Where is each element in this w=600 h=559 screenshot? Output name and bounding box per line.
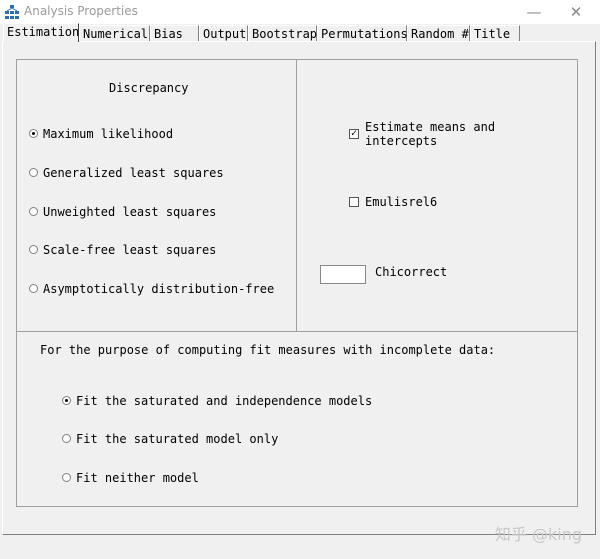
radio-adf[interactable]: [29, 284, 38, 293]
radio-fit-saturated-independence[interactable]: [62, 396, 71, 405]
radio-generalized-least-squares[interactable]: [29, 168, 38, 177]
tab-title[interactable]: Title: [470, 25, 520, 41]
tab-strip: Estimation Numerical Bias Output Bootstr…: [0, 23, 600, 42]
chicorrect-input[interactable]: [320, 265, 366, 284]
tab-bootstrap[interactable]: Bootstrap: [248, 25, 317, 41]
tab-random[interactable]: Random #: [407, 25, 470, 41]
label-scale-free-least-squares[interactable]: Scale-free least squares: [43, 243, 216, 257]
label-fit-saturated-independence[interactable]: Fit the saturated and independence model…: [76, 394, 372, 408]
label-adf[interactable]: Asymptotically distribution-free: [43, 282, 274, 296]
close-button[interactable]: ✕: [556, 0, 596, 24]
label-estimate-means-line2[interactable]: intercepts: [365, 134, 437, 148]
radio-fit-neither[interactable]: [62, 473, 71, 482]
checkbox-estimate-means[interactable]: ✓: [349, 129, 359, 139]
label-estimate-means-line1[interactable]: Estimate means and: [365, 120, 495, 134]
radio-scale-free-least-squares[interactable]: [29, 245, 38, 254]
label-maximum-likelihood[interactable]: Maximum likelihood: [43, 127, 173, 141]
radio-unweighted-least-squares[interactable]: [29, 207, 38, 216]
label-unweighted-least-squares[interactable]: Unweighted least squares: [43, 205, 216, 219]
label-fit-saturated-only[interactable]: Fit the saturated model only: [76, 432, 278, 446]
tab-permutations[interactable]: Permutations: [317, 25, 408, 41]
tab-numerical[interactable]: Numerical: [79, 25, 150, 41]
tab-estimation[interactable]: Estimation: [3, 23, 79, 42]
radio-maximum-likelihood[interactable]: [29, 129, 38, 138]
label-emulisrel6[interactable]: Emulisrel6: [365, 195, 437, 209]
label-fit-neither[interactable]: Fit neither model: [76, 471, 199, 485]
radio-fit-saturated-only[interactable]: [62, 434, 71, 443]
incomplete-data-heading: For the purpose of computing fit measure…: [40, 343, 496, 357]
minimize-button[interactable]: —: [514, 0, 554, 24]
checkbox-emulisrel6[interactable]: [349, 197, 359, 207]
tab-bias[interactable]: Bias: [150, 25, 199, 41]
window-title: Analysis Properties: [24, 4, 138, 18]
amos-network-icon: [5, 5, 19, 19]
tab-output[interactable]: Output: [199, 25, 248, 41]
watermark: 知乎 @king: [494, 525, 582, 544]
label-generalized-least-squares[interactable]: Generalized least squares: [43, 166, 224, 180]
title-bar[interactable]: Analysis Properties — ✕: [0, 0, 600, 24]
label-chicorrect[interactable]: Chicorrect: [375, 265, 447, 279]
discrepancy-heading: Discrepancy: [109, 81, 189, 95]
